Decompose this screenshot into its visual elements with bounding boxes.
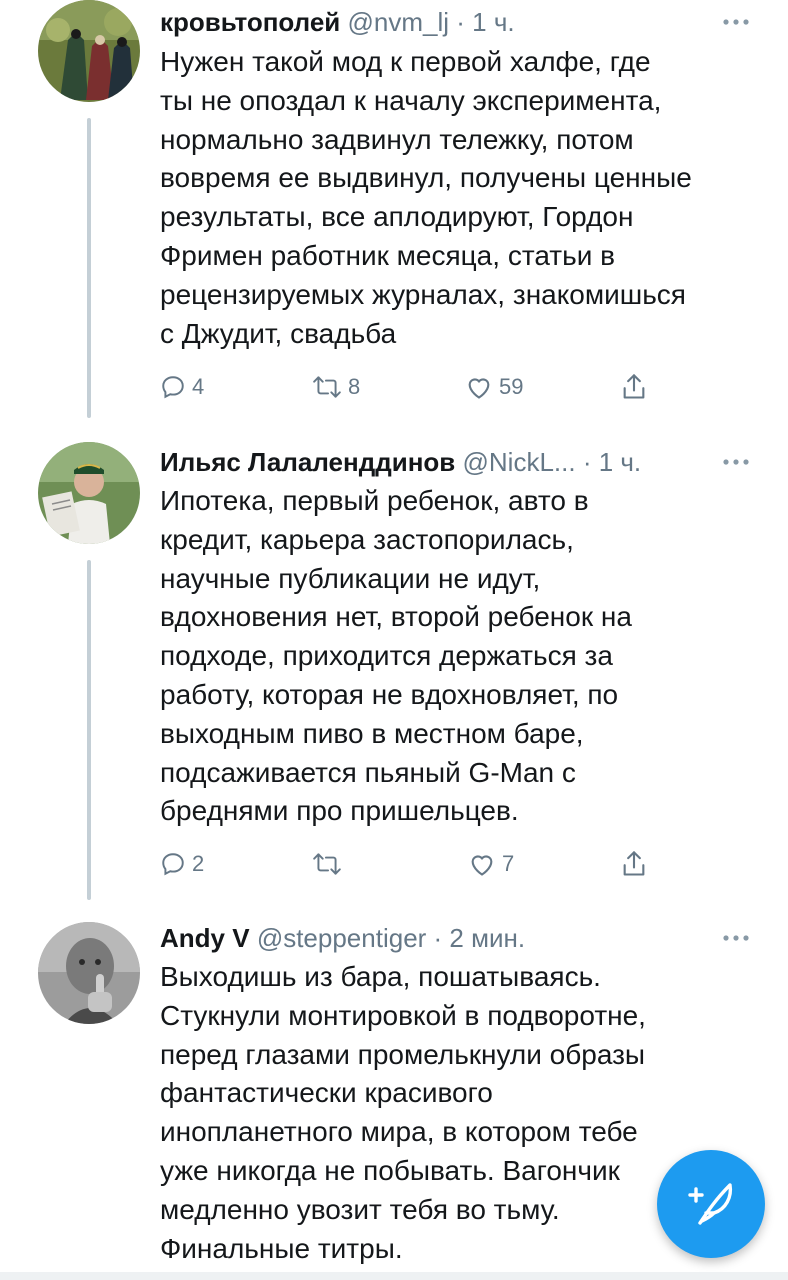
tweet-header: кровьтополей @nvm_lj · 1 ч.	[160, 2, 515, 42]
tweet-text: Ипотека, первый ребенок, авто в кредит, …	[160, 485, 632, 827]
author-handle[interactable]: @steppentiger	[257, 923, 427, 953]
tweet-text: Нужен такой мод к первой халфе, где ты н…	[160, 46, 692, 349]
avatar[interactable]	[38, 922, 140, 1024]
thread-line	[87, 118, 91, 418]
author-handle[interactable]: @nvm_lj	[348, 7, 450, 37]
reply-icon	[162, 376, 184, 399]
compose-tweet-button[interactable]	[657, 1150, 765, 1258]
author-name[interactable]: кровьтополей	[160, 7, 340, 37]
more-icon[interactable]	[716, 918, 756, 958]
tweet-1[interactable]: кровьтополей @nvm_lj · 1 ч. Нужен такой …	[0, 0, 788, 420]
retweet-count: 8	[348, 374, 361, 399]
timestamp[interactable]: 2 мин.	[449, 923, 525, 953]
separator-dot: ·	[575, 447, 599, 477]
reply-count: 2	[192, 851, 205, 876]
avatar-image	[38, 0, 140, 102]
tweet-actions: 4 8 59	[160, 367, 680, 407]
like-count: 7	[502, 851, 515, 876]
reply-count: 4	[192, 374, 205, 399]
timestamp[interactable]: 1 ч.	[472, 7, 514, 37]
retweet-icon	[313, 853, 341, 875]
share-icon	[623, 374, 645, 399]
share-button[interactable]	[622, 367, 646, 407]
reply-button[interactable]: 4	[160, 367, 204, 407]
heart-icon	[468, 378, 490, 399]
heart-icon	[471, 855, 493, 876]
avatar[interactable]	[38, 0, 140, 102]
author-handle[interactable]: @NickL...	[463, 447, 576, 477]
timestamp[interactable]: 1 ч.	[599, 447, 641, 477]
separator-dot: ·	[449, 7, 473, 37]
like-count: 59	[499, 374, 524, 399]
like-button[interactable]: 7	[468, 844, 514, 884]
retweet-button[interactable]: 8	[312, 367, 360, 407]
avatar[interactable]	[38, 442, 140, 544]
more-icon[interactable]	[716, 442, 756, 482]
reply-icon	[162, 853, 184, 876]
bottom-divider	[0, 1272, 788, 1280]
compose-tweet-icon	[688, 1183, 733, 1225]
share-button[interactable]	[622, 844, 646, 884]
retweet-button[interactable]	[312, 844, 348, 884]
tweet-2[interactable]: Ильяс Лалаленддинов @NickL... · 1 ч. Ипо…	[0, 442, 788, 900]
author-name[interactable]: Andy V	[160, 923, 250, 953]
more-icon[interactable]	[716, 2, 756, 42]
tweet-header: Ильяс Лалаленддинов @NickL... · 1 ч.	[160, 442, 641, 482]
thread-line	[87, 560, 91, 900]
share-icon	[623, 851, 645, 876]
retweet-icon	[313, 376, 341, 398]
avatar-image	[38, 442, 140, 544]
tweet-header: Andy V @steppentiger · 2 мин.	[160, 918, 525, 958]
like-button[interactable]: 59	[465, 367, 523, 407]
tweet-actions: 2 7	[160, 844, 680, 884]
avatar-image	[38, 922, 140, 1024]
separator-dot: ·	[426, 923, 450, 953]
reply-button[interactable]: 2	[160, 844, 204, 884]
author-name[interactable]: Ильяс Лалаленддинов	[160, 447, 455, 477]
